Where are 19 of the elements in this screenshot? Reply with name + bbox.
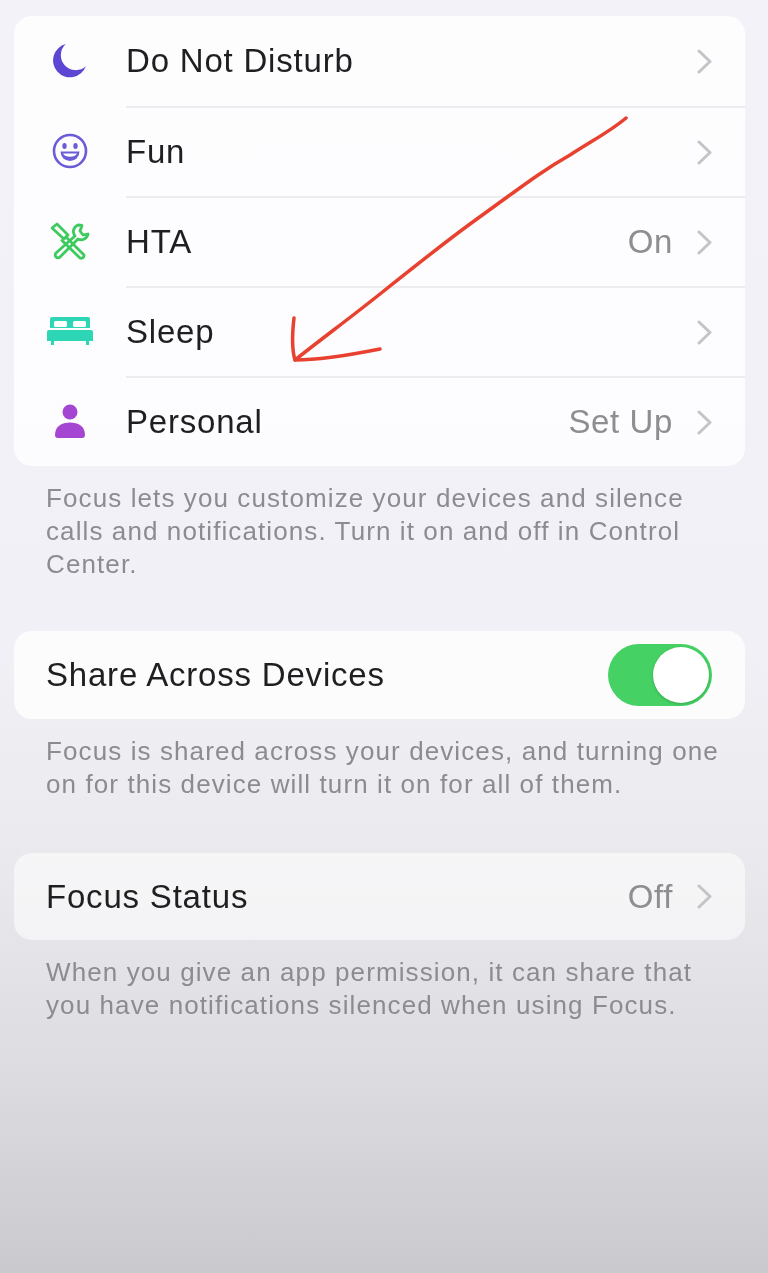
status-value: On [627, 223, 673, 261]
focus-mode-label: Sleep [126, 313, 215, 351]
status-value: Off [627, 877, 673, 916]
chevron-icon [697, 319, 712, 345]
footer-note: Focus lets you customize your devices and silence calls and notifications. Turn it on and off in Control Center. [45, 482, 685, 581]
focus-mode-label: Do Not Disturb [126, 42, 354, 80]
chevron-icon [697, 139, 712, 165]
focus-mode-label: Fun [126, 133, 186, 171]
setting-label: Focus Status [46, 877, 249, 916]
footer-note: Focus is shared across your devices, and turning one on for this device will turn it on for all of them. [45, 735, 720, 801]
footer-note: When you give an app permission, it can share that you have notifications silenced when using Focus. [45, 956, 694, 1022]
chevron-icon [697, 48, 712, 74]
chevron-icon [697, 884, 712, 909]
setting-label: Share Across Devices [46, 656, 385, 694]
status-value: Set Up [568, 403, 673, 441]
focus-mode-label: HTA [126, 223, 192, 261]
focus-mode-label: Personal [126, 403, 263, 441]
chevron-icon [697, 409, 712, 435]
chevron-icon [697, 229, 712, 255]
